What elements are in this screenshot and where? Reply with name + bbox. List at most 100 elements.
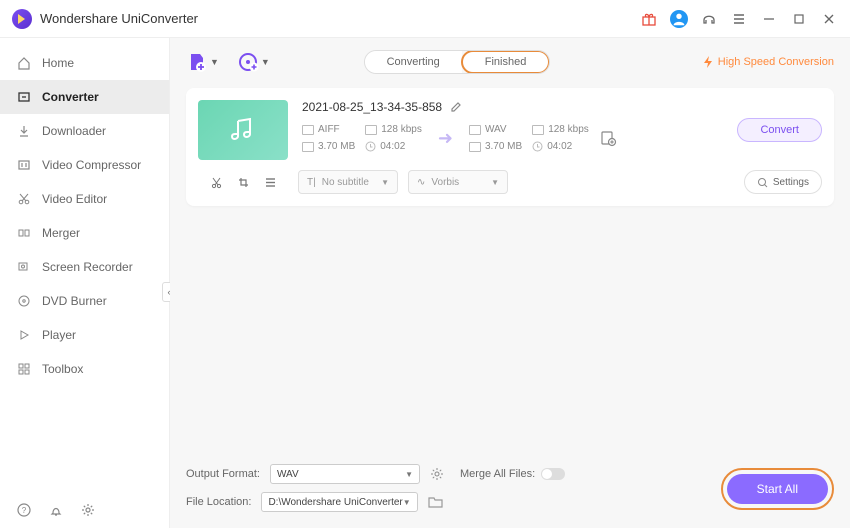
user-avatar[interactable]	[670, 10, 688, 28]
bitrate-icon	[365, 125, 377, 135]
convert-button[interactable]: Convert	[737, 118, 822, 142]
audio-codec-dropdown[interactable]: ∿ Vorbis ▼	[408, 170, 508, 194]
sidebar-item-label: Converter	[42, 90, 99, 104]
high-speed-label: High Speed Conversion	[718, 56, 834, 68]
bell-icon[interactable]	[48, 502, 64, 518]
dst-format: WAV	[485, 124, 507, 135]
sidebar-item-label: Video Compressor	[42, 158, 141, 172]
converter-icon	[16, 89, 32, 105]
merge-label: Merge All Files:	[460, 468, 535, 480]
help-icon[interactable]: ?	[16, 502, 32, 518]
merger-icon	[16, 225, 32, 241]
sidebar-item-player[interactable]: Player	[0, 318, 169, 352]
audio-codec-value: Vorbis	[431, 177, 459, 188]
src-bitrate: 128 kbps	[381, 124, 422, 135]
size-icon	[469, 142, 481, 152]
gift-icon[interactable]	[640, 10, 658, 28]
size-icon	[302, 142, 314, 152]
player-icon	[16, 327, 32, 343]
file-card: 2021-08-25_13-34-35-858 AIFF 3.70 MB 128…	[186, 88, 834, 206]
src-duration: 04:02	[380, 141, 405, 152]
caret-down-icon: ▼	[261, 57, 270, 67]
home-icon	[16, 55, 32, 71]
format-icon	[302, 125, 314, 135]
output-format-gear-icon[interactable]	[430, 467, 444, 481]
trim-icon[interactable]	[210, 176, 223, 189]
settings-button[interactable]: Settings	[744, 170, 822, 194]
subtitle-value: No subtitle	[322, 177, 369, 188]
audio-icon: ∿	[417, 177, 425, 188]
headset-icon[interactable]	[700, 10, 718, 28]
sidebar-item-label: DVD Burner	[42, 294, 107, 308]
start-all-button[interactable]: Start All	[727, 474, 828, 504]
arrow-icon: ➜	[438, 128, 453, 149]
output-format-value: WAV	[277, 469, 299, 480]
sidebar-item-toolbox[interactable]: Toolbox	[0, 352, 169, 386]
menu-icon[interactable]	[730, 10, 748, 28]
dst-bitrate: 128 kbps	[548, 124, 589, 135]
sidebar-item-dvd[interactable]: DVD Burner	[0, 284, 169, 318]
add-file-button[interactable]: ▼	[186, 51, 219, 73]
merge-toggle[interactable]	[541, 468, 565, 480]
sidebar-item-label: Merger	[42, 226, 80, 240]
magnify-icon	[757, 177, 768, 188]
download-icon	[16, 123, 32, 139]
output-settings-icon[interactable]	[599, 129, 617, 147]
src-format: AIFF	[318, 124, 340, 135]
sidebar-item-label: Player	[42, 328, 76, 342]
sidebar: Home Converter Downloader Video Compress…	[0, 38, 170, 528]
sidebar-item-merger[interactable]: Merger	[0, 216, 169, 250]
open-folder-icon[interactable]	[428, 496, 443, 509]
recorder-icon	[16, 259, 32, 275]
tab-finished[interactable]: Finished	[461, 50, 551, 74]
tabs: Converting Finished	[364, 50, 551, 74]
bolt-icon	[702, 55, 714, 69]
close-button[interactable]	[820, 10, 838, 28]
maximize-button[interactable]	[790, 10, 808, 28]
scissors-icon	[16, 191, 32, 207]
output-format-label: Output Format:	[186, 468, 260, 480]
sidebar-item-label: Home	[42, 56, 74, 70]
caret-down-icon: ▼	[403, 498, 411, 507]
more-icon[interactable]	[264, 176, 277, 189]
file-thumbnail	[198, 100, 288, 160]
caret-down-icon: ▼	[381, 178, 389, 187]
edit-name-icon[interactable]	[450, 101, 462, 113]
add-dvd-button[interactable]: ▼	[237, 51, 270, 73]
sidebar-item-label: Toolbox	[42, 362, 83, 376]
caret-down-icon: ▼	[491, 178, 499, 187]
svg-text:?: ?	[22, 506, 27, 515]
subtitle-dropdown[interactable]: T| No subtitle ▼	[298, 170, 398, 194]
dst-duration: 04:02	[547, 141, 572, 152]
file-name: 2021-08-25_13-34-35-858	[302, 100, 442, 114]
sidebar-item-home[interactable]: Home	[0, 46, 169, 80]
sidebar-item-label: Video Editor	[42, 192, 107, 206]
sidebar-item-converter[interactable]: Converter	[0, 80, 169, 114]
src-size: 3.70 MB	[318, 141, 355, 152]
caret-down-icon: ▼	[405, 470, 413, 479]
caret-down-icon: ▼	[210, 57, 219, 67]
sidebar-item-downloader[interactable]: Downloader	[0, 114, 169, 148]
app-title: Wondershare UniConverter	[40, 11, 198, 26]
high-speed-link[interactable]: High Speed Conversion	[702, 55, 834, 69]
sidebar-item-recorder[interactable]: Screen Recorder	[0, 250, 169, 284]
file-location-value: D:\Wondershare UniConverter	[268, 497, 402, 508]
clock-icon	[365, 141, 376, 152]
file-location-dropdown[interactable]: D:\Wondershare UniConverter ▼	[261, 492, 417, 512]
sidebar-item-compressor[interactable]: Video Compressor	[0, 148, 169, 182]
minimize-button[interactable]	[760, 10, 778, 28]
sidebar-item-editor[interactable]: Video Editor	[0, 182, 169, 216]
gear-icon[interactable]	[80, 502, 96, 518]
app-logo	[12, 9, 32, 29]
sidebar-item-label: Screen Recorder	[42, 260, 133, 274]
dst-size: 3.70 MB	[485, 141, 522, 152]
toolbox-icon	[16, 361, 32, 377]
tab-converting[interactable]: Converting	[365, 51, 462, 73]
output-format-dropdown[interactable]: WAV ▼	[270, 464, 420, 484]
crop-icon[interactable]	[237, 176, 250, 189]
subtitle-icon: T|	[307, 177, 316, 188]
bitrate-icon	[532, 125, 544, 135]
clock-icon	[532, 141, 543, 152]
sidebar-item-label: Downloader	[42, 124, 106, 138]
file-location-label: File Location:	[186, 496, 251, 508]
